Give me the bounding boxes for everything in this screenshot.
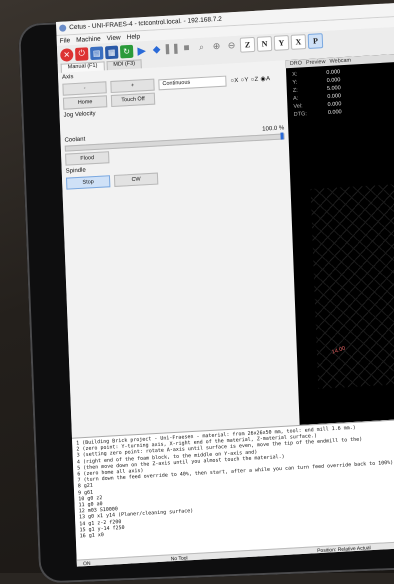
coolant-label: Coolant xyxy=(64,136,86,144)
view-y-button[interactable]: Y xyxy=(273,34,290,51)
zoom-extents-icon[interactable]: ⌕ xyxy=(195,40,208,54)
dro-axis: X: xyxy=(292,71,298,78)
slider-knob[interactable] xyxy=(280,132,284,140)
jog-minus-button[interactable]: - xyxy=(62,81,107,96)
view-p-button[interactable]: P xyxy=(307,32,324,49)
flood-button[interactable]: Flood xyxy=(65,151,110,166)
estop-icon[interactable]: ✕ xyxy=(60,47,74,62)
spindle-stop-button[interactable]: Stop xyxy=(65,175,111,190)
tab-dro[interactable]: DRO xyxy=(290,60,302,67)
run-icon[interactable]: ▶ xyxy=(135,43,148,57)
dro-axis: A: xyxy=(293,95,299,102)
view-x-button[interactable]: X xyxy=(290,33,307,50)
dro-readout: X: 0.000 Y: 0.000 Z: 5.000 A: 0.000 Vel: 0.00… xyxy=(286,60,394,122)
view-n-button[interactable]: N xyxy=(256,35,273,52)
dro-axis: Vel: xyxy=(293,103,303,110)
toolpath-grid[interactable] xyxy=(310,181,394,389)
dro-axis: Y: xyxy=(292,79,298,86)
pause-icon[interactable]: ❚❚ xyxy=(163,42,180,56)
save-icon[interactable]: ▦ xyxy=(104,45,119,59)
view-z-button[interactable]: Z xyxy=(239,36,256,53)
tab-webcam[interactable]: Webcam xyxy=(329,58,351,65)
stop-program-icon[interactable]: ■ xyxy=(180,41,193,55)
menu-file[interactable]: File xyxy=(60,37,71,45)
reload-icon[interactable]: ↻ xyxy=(119,44,134,58)
spindle-cw-button[interactable]: CW xyxy=(113,172,159,187)
zoom-in-icon[interactable]: ⊕ xyxy=(210,39,223,53)
app-window: Cetus - UNI-FRAES-4 - tctcontrol.local. … xyxy=(56,2,394,567)
open-file-icon[interactable]: ▤ xyxy=(89,45,104,60)
menu-view[interactable]: View xyxy=(107,34,121,42)
power-icon[interactable]: ⏻ xyxy=(74,46,89,61)
jog-plus-button[interactable]: + xyxy=(110,78,155,94)
axis-radio-group[interactable]: ○X ○Y ○Z ◉A xyxy=(230,75,270,84)
manual-panel: Axis - + Continuous ○X ○Y ○Z ◉A Home Tou… xyxy=(57,60,300,438)
menu-machine[interactable]: Machine xyxy=(76,35,101,43)
touch-off-button[interactable]: Touch Off xyxy=(110,92,156,108)
tab-preview[interactable]: Preview xyxy=(306,59,326,66)
preview-panel: DRO Preview Webcam X: 0.000 Y: 0.000 Z: 5.0… xyxy=(285,52,394,425)
dro-axis: DTG: xyxy=(293,111,307,118)
dro-value: 0.000 xyxy=(327,109,342,116)
gcode-listing[interactable]: 1 (Building Brick project - Uni-Fraesen … xyxy=(71,417,394,565)
step-icon[interactable]: ◆ xyxy=(150,43,163,57)
home-button[interactable]: Home xyxy=(62,95,108,110)
zoom-out-icon[interactable]: ⊖ xyxy=(225,38,238,52)
dro-axis: Z: xyxy=(292,87,298,94)
app-icon xyxy=(59,24,67,32)
menu-help[interactable]: Help xyxy=(127,33,141,41)
